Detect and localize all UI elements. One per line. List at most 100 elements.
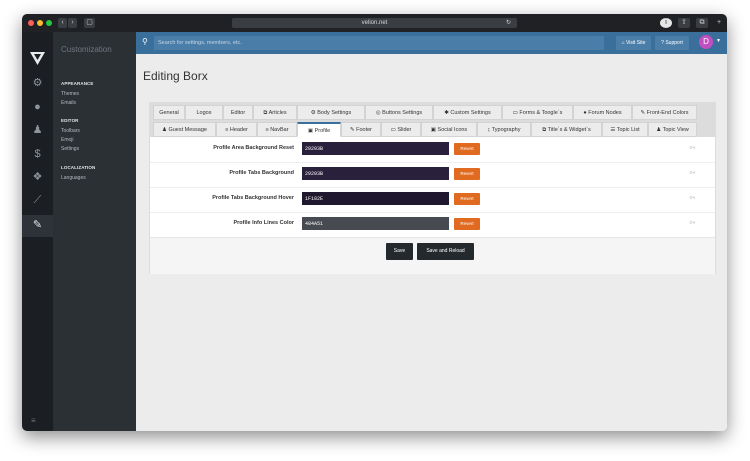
- url-text: velion.net: [361, 20, 388, 26]
- sidebar-title: Customization: [61, 45, 112, 54]
- sidebar-item-toolbars[interactable]: Toolbars: [61, 128, 80, 134]
- sidebar-item-themes[interactable]: Themes: [61, 91, 79, 97]
- setting-row: Profile Tabs Background Revert ⚙▾: [150, 162, 715, 188]
- tab-label: Slider: [397, 127, 412, 133]
- tab-label: Body Settings: [317, 110, 352, 116]
- tab-label: Topic View: [662, 127, 689, 133]
- tab-front-end-colors[interactable]: ✎ Front-End Colors: [632, 105, 697, 120]
- tab-label: Forms & Toogle`s: [519, 110, 563, 116]
- tab-header[interactable]: ≡ Header: [216, 122, 257, 137]
- chart-icon[interactable]: ⟋: [31, 194, 44, 207]
- sidebar-section-localization: LOCALIZATION: [61, 165, 96, 170]
- chat-icon[interactable]: ●: [31, 101, 44, 114]
- sidebar-item-emoji[interactable]: Emoji: [61, 137, 74, 143]
- info-icon[interactable]: i: [660, 18, 672, 28]
- gear-icon[interactable]: ⚙▾: [689, 170, 695, 176]
- tab-footer[interactable]: ✎ Footer: [341, 122, 381, 137]
- tab-label: Buttons Settings: [382, 110, 423, 116]
- minimize-window-button[interactable]: [37, 20, 43, 26]
- tab-social-icons[interactable]: ▣ Social Icons: [421, 122, 477, 137]
- tab-titles-widgets[interactable]: ⧉ Title`s & Widget`s: [531, 122, 602, 137]
- tab-forum-nodes[interactable]: ● Forum Nodes: [573, 105, 632, 120]
- tab-topic-list[interactable]: ☰ Topic List: [602, 122, 648, 137]
- new-tab-icon[interactable]: +: [714, 18, 724, 28]
- tab-body-settings[interactable]: ⚙ Body Settings: [297, 105, 365, 120]
- tab-label: Topic List: [616, 127, 640, 133]
- header-bar: ⚲ ⌂ Visit Site ? Support D ▼: [136, 32, 727, 54]
- browser-window: ‹ › ▢ velion.net ↻ i ⇧ ⧉ + ⚙ ● ♟ $ ❖ ⟋ ✎…: [22, 14, 727, 431]
- setting-row: Profile Area Background Reset Revert ⚙▾: [150, 137, 715, 163]
- tab-slider[interactable]: ▭ Slider: [381, 122, 421, 137]
- browser-titlebar: ‹ › ▢ velion.net ↻ i ⇧ ⧉ +: [22, 14, 727, 32]
- revert-button[interactable]: Revert: [454, 168, 480, 180]
- revert-button[interactable]: Revert: [454, 218, 480, 230]
- tab-custom-settings[interactable]: ✱ Custom Settings: [433, 105, 502, 120]
- sidebar-item-settings[interactable]: Settings: [61, 146, 79, 152]
- profile-icon: ▣: [307, 128, 315, 134]
- tab-topic-view[interactable]: ♟ Topic View: [648, 122, 697, 137]
- tab-label: Header: [229, 127, 248, 133]
- gear-icon[interactable]: ⚙▾: [689, 220, 695, 226]
- brush-icon[interactable]: ✎: [31, 219, 44, 232]
- search-icon: ⚲: [142, 37, 148, 46]
- tab-forms-toggles[interactable]: ▭ Forms & Toogle`s: [502, 105, 573, 120]
- sidebar-section-editor: EDITOR: [61, 118, 79, 123]
- tab-label: Typography: [491, 127, 521, 133]
- setting-label: Profile Tabs Background: [229, 170, 294, 176]
- save-and-reload-button[interactable]: Save and Reload: [417, 243, 474, 260]
- tab-buttons-settings[interactable]: ◎ Buttons Settings: [365, 105, 433, 120]
- tab-typography[interactable]: ↨ Typography: [477, 122, 531, 137]
- reload-icon[interactable]: ↻: [506, 18, 511, 28]
- support-button[interactable]: ? Support: [655, 36, 689, 50]
- back-icon[interactable]: ‹: [58, 18, 67, 28]
- tab-label: Guest Message: [168, 127, 207, 133]
- save-button[interactable]: Save: [386, 243, 413, 260]
- tab-general[interactable]: General: [153, 105, 185, 120]
- dollar-icon[interactable]: $: [31, 148, 44, 161]
- tab-guest-message[interactable]: ♟ Guest Message: [153, 122, 216, 137]
- color-value-input[interactable]: [302, 167, 449, 180]
- puzzle-icon[interactable]: ❖: [31, 171, 44, 184]
- setting-label: Profile Area Background Reset: [213, 145, 294, 151]
- sidebar-item-languages[interactable]: Languages: [61, 175, 86, 181]
- tabs-overview-icon[interactable]: ⧉: [696, 18, 708, 28]
- tab-profile[interactable]: ▣ Profile: [297, 122, 341, 137]
- maximize-window-button[interactable]: [46, 20, 52, 26]
- search-input[interactable]: [154, 36, 604, 50]
- avatar[interactable]: D: [699, 35, 713, 49]
- revert-button[interactable]: Revert: [454, 193, 480, 205]
- collapse-menu-icon[interactable]: ≡: [31, 416, 36, 425]
- share-icon[interactable]: ⇧: [678, 18, 690, 28]
- color-value-input[interactable]: [302, 142, 449, 155]
- xenforo-logo-icon[interactable]: [30, 52, 45, 67]
- gear-icon[interactable]: ⚙▾: [689, 145, 695, 151]
- tab-label: Custom Settings: [450, 110, 491, 116]
- color-value-input[interactable]: [302, 192, 449, 205]
- tab-label: Forum Nodes: [588, 110, 622, 116]
- close-window-button[interactable]: [28, 20, 34, 26]
- url-bar[interactable]: velion.net ↻: [232, 18, 517, 28]
- tab-bar: General Logos Editor ⧉ Articles ⚙ Body S…: [150, 103, 715, 137]
- settings-icon[interactable]: ⚙: [31, 77, 44, 90]
- setting-row: Profile Info Lines Color Revert ⚙▾: [150, 212, 715, 238]
- icon-rail: ⚙ ● ♟ $ ❖ ⟋ ✎ ≡: [22, 32, 53, 431]
- forward-icon[interactable]: ›: [68, 18, 77, 28]
- user-icon[interactable]: ♟: [31, 124, 44, 137]
- setting-label: Profile Info Lines Color: [233, 220, 294, 226]
- setting-label: Profile Tabs Background Hover: [212, 195, 294, 201]
- setting-row: Profile Tabs Background Hover Revert ⚙▾: [150, 187, 715, 213]
- revert-button[interactable]: Revert: [454, 143, 480, 155]
- page-title: Editing Borx: [143, 69, 208, 83]
- tab-editor[interactable]: Editor: [223, 105, 253, 120]
- gear-icon[interactable]: ⚙▾: [689, 195, 695, 201]
- visit-site-button[interactable]: ⌂ Visit Site: [616, 36, 651, 50]
- tab-articles[interactable]: ⧉ Articles: [253, 105, 297, 120]
- sidebar-item-emails[interactable]: Emails: [61, 100, 76, 106]
- chevron-down-icon[interactable]: ▼: [716, 38, 721, 44]
- tab-label: Social Icons: [437, 127, 468, 133]
- sidebar-toggle-icon[interactable]: ▢: [84, 18, 95, 28]
- tab-logos[interactable]: Logos: [185, 105, 223, 120]
- color-value-input[interactable]: [302, 217, 449, 230]
- sidebar-header: Customization: [53, 32, 136, 68]
- tab-navbar[interactable]: ≡ NavBar: [257, 122, 297, 137]
